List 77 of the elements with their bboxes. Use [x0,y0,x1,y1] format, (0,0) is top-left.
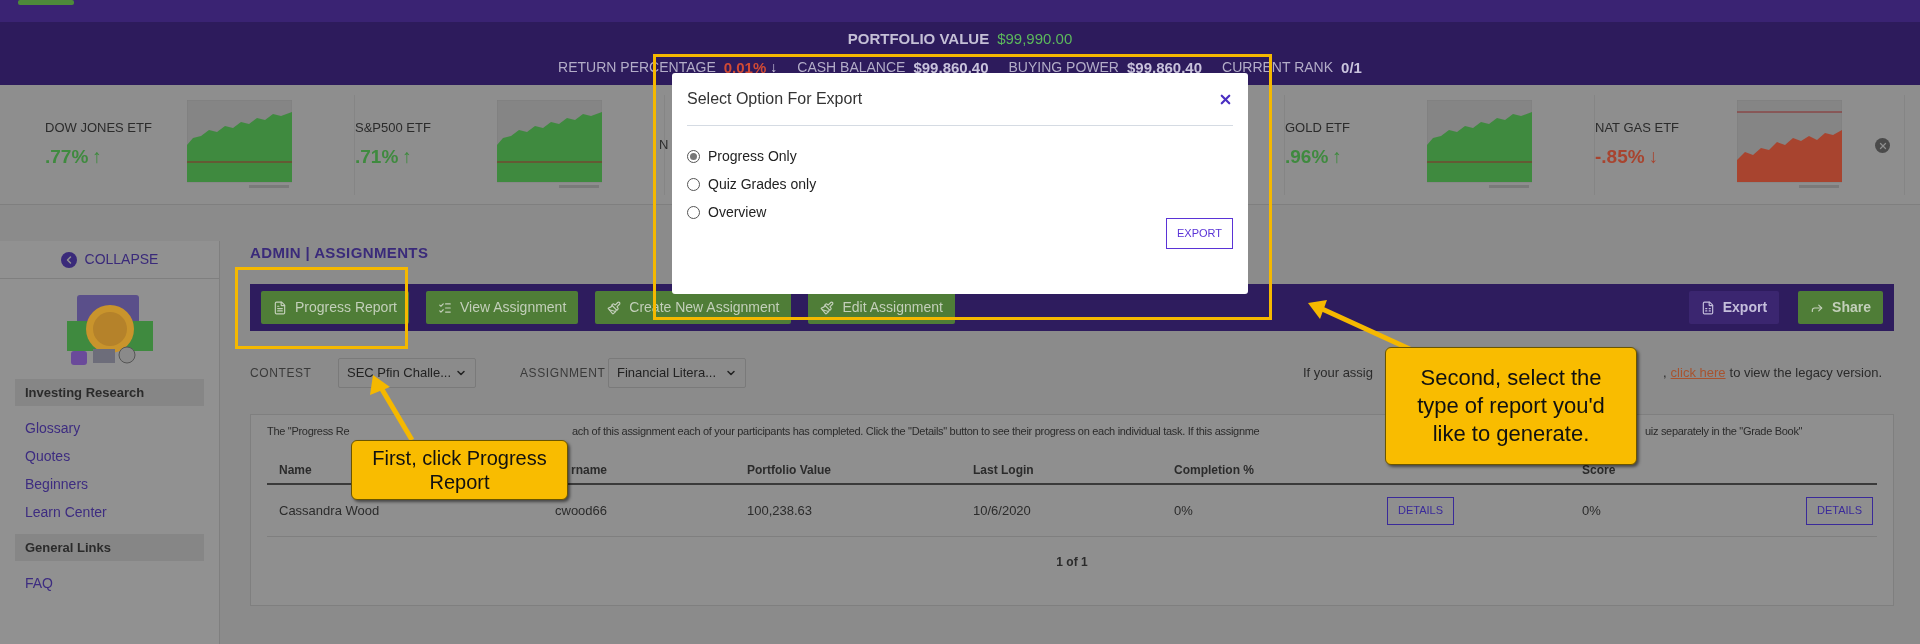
legacy-note: to view the legacy version. [1729,364,1882,383]
page-title: ADMIN | ASSIGNMENTS [250,242,430,263]
pointer-arrow [370,375,415,442]
column-header: Last Login [973,463,1034,477]
legacy-note: , [1663,364,1667,383]
dialog-title: Select Option For Export [687,89,863,109]
toolbar-button[interactable]: Share [1798,291,1883,324]
brush-icon [820,300,835,315]
sidebar-section-header: General Links [15,534,204,561]
toolbar-button[interactable]: Export [1688,291,1780,324]
ticker-change: -.85% [1595,145,1645,169]
option-label: Overview [708,202,767,222]
stat-value: 0/1 [1341,57,1362,78]
spreadsheet-icon [1700,300,1715,315]
arrow-glyph: ↓ [770,58,778,78]
toolbar-button[interactable]: Progress Report [261,291,409,324]
sidebar-link[interactable]: Glossary [0,414,219,442]
ticker-name: DOW JONES ETF [45,118,153,137]
arrow-glyph: ↓ [1648,145,1659,169]
ticker-name: GOLD ETF [1285,118,1351,137]
sidebar-link[interactable]: Learn Center [0,498,219,526]
ticker-name: N [659,135,670,154]
ticker-change: .71% [355,145,399,169]
table-cell: 0% [1174,502,1193,518]
column-header: Name [279,463,312,477]
stat-label: BUYING POWER [1008,58,1119,78]
option-label: Progress Only [708,146,797,166]
ticker-name: NAT GAS ETF [1595,118,1681,137]
collapse-button[interactable]: COLLAPSE [0,241,219,279]
column-header: rname [571,463,608,477]
filter-label: ASSIGNMENT [520,365,607,382]
ticker-change: .77% [45,145,89,169]
description-text: The "Progress Re [267,424,350,437]
portfolio-label: PORTFOLIO VALUE [847,29,990,49]
option-label: Quiz Grades only [708,174,817,194]
radio-button[interactable] [687,149,700,163]
stat-value: $99,860.40 [1127,57,1203,78]
arrow-glyph: ↑ [1332,145,1342,169]
description-text: ach of this assignment each of your participants has completed. Click the "Details" button to see their progress on each individual task. If this assignme [572,424,1260,437]
details-button[interactable]: DETAILS [1806,496,1874,525]
sidebar-section-header: Investing Research [15,379,204,406]
stat-label: CASH BALANCE [797,58,906,78]
details-button[interactable]: DETAILS [1387,496,1455,525]
description-text: uiz separately in the "Grade Book" [1645,423,1803,439]
brush-icon [607,300,622,315]
radio-button[interactable] [687,205,700,219]
document-icon [273,300,287,315]
filter-select[interactable]: Financial Litera... [608,358,746,388]
stat-value: $99,860.40 [913,57,989,78]
arrow-glyph: ↑ [402,145,412,169]
sidebar-link[interactable]: Quotes [0,442,219,470]
column-header: Score [1582,463,1616,477]
callout: Second, select the type of report you'd like to generate. [1385,347,1637,465]
column-header: Completion % [1174,463,1254,477]
chevron-left-icon [60,251,77,268]
callout: First, click Progress Report [351,440,568,500]
column-header: Portfolio Value [747,463,831,477]
filter-select[interactable]: SEC Pfin Challe... [338,358,476,388]
sidebar-link[interactable]: FAQ [0,569,219,597]
table-cell: Cassandra Wood [279,502,380,518]
table-cell: 100,238.63 [747,502,813,518]
ticker-name: S&P500 ETF [355,118,432,137]
arrow-glyph: ↑ [92,145,102,169]
export-button[interactable]: EXPORT [1165,218,1233,249]
pagination-text: 1 of 1 [1056,554,1088,571]
table-cell: 10/6/2020 [973,502,1031,518]
stat-value: 0.01% [723,57,767,78]
ticker-change: .96% [1285,145,1329,169]
radio-button[interactable] [687,177,700,191]
toolbar-button[interactable]: View Assignment [425,291,579,324]
legacy-note: If your assig [1302,364,1373,383]
portfolio-value: $99,990.00 [997,29,1073,49]
filter-label: CONTEST [250,365,313,382]
table-cell: 0% [1582,502,1601,518]
sidebar-link[interactable]: Beginners [0,470,219,498]
table-cell: cwood66 [555,502,608,518]
checklist-icon [437,300,452,315]
